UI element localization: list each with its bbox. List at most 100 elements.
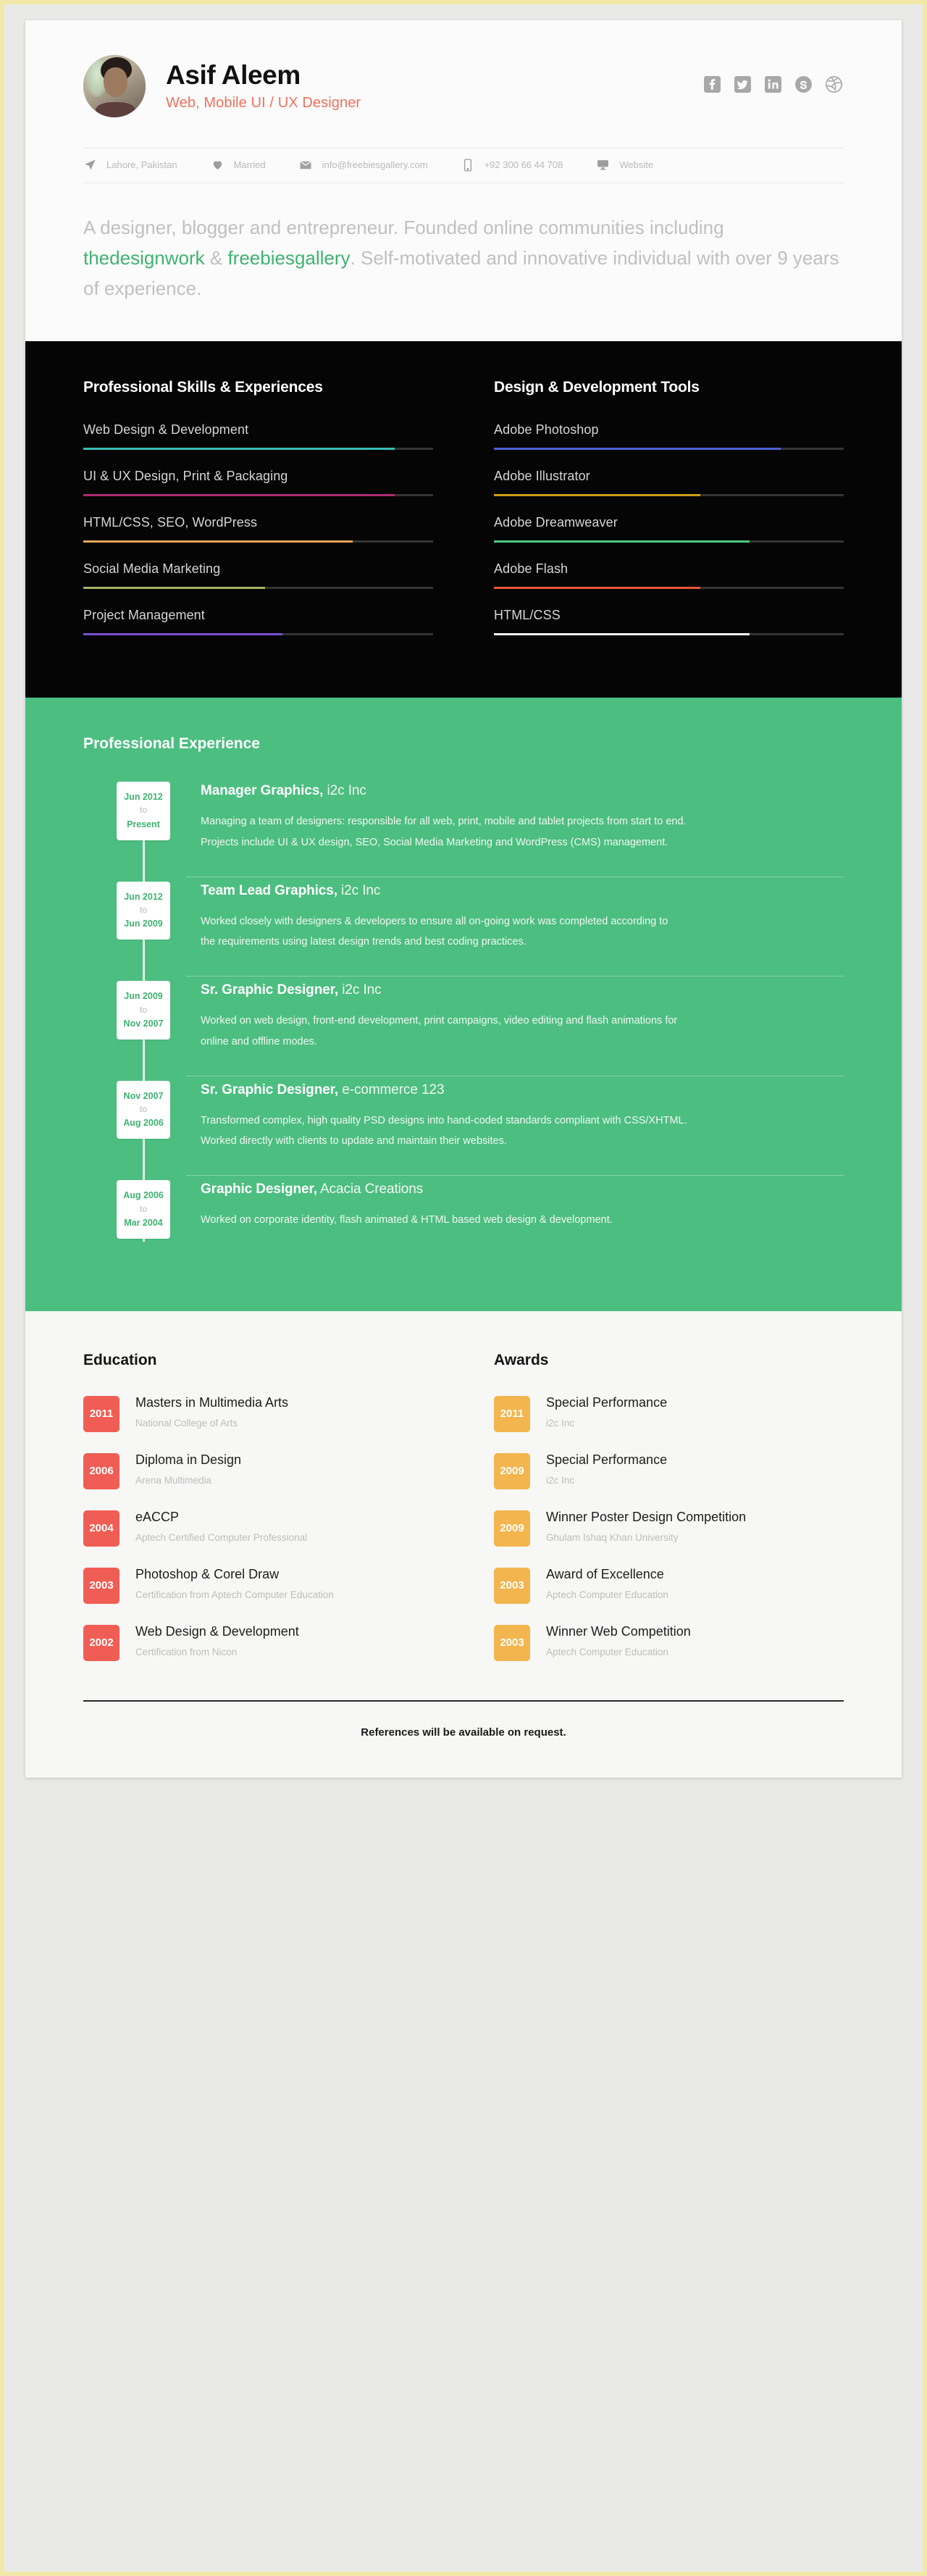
envelope-icon <box>299 159 313 171</box>
education-item-title: Photoshop & Corel Draw <box>135 1566 280 1581</box>
date-separator: to <box>139 1104 147 1115</box>
company-text: e-commerce 123 <box>338 1082 445 1097</box>
education-item-body: Masters in Multimedia Arts National Coll… <box>135 1394 288 1429</box>
experience-role: Graphic Designer, Acacia Creations <box>201 1182 844 1197</box>
date-separator: to <box>139 1004 147 1015</box>
linkedin-icon[interactable] <box>763 75 783 94</box>
experience-item: Jun 2012 to Jun 2009 Team Lead Graphics,… <box>83 877 844 977</box>
year-badge: 2006 <box>83 1452 119 1489</box>
skill-row: Adobe Flash <box>494 561 844 590</box>
page-frame: Asif Aleem Web, Mobile UI / UX Designer <box>0 0 927 2576</box>
date-separator: to <box>139 1203 147 1214</box>
date-badge: Jun 2012 to Present <box>117 782 170 840</box>
experience-item: Aug 2006 to Mar 2004 Graphic Designer, A… <box>83 1176 844 1263</box>
education-title: Education <box>83 1351 157 1368</box>
date-separator: to <box>139 904 147 915</box>
award-item: 2009 Special Performance i2c Inc <box>494 1451 844 1489</box>
award-item-sub: i2c Inc <box>546 1418 575 1429</box>
skill-row: UI & UX Design, Print & Packaging <box>83 469 433 497</box>
bio-part-1: A designer, blogger and entrepreneur. Fo… <box>83 217 724 238</box>
skill-row: Project Management <box>83 608 433 636</box>
skill-track <box>83 587 433 590</box>
awards-title: Awards <box>494 1351 549 1368</box>
award-item-body: Winner Poster Design Competition Ghulam … <box>546 1508 746 1543</box>
skill-label: Social Media Marketing <box>83 561 221 577</box>
skill-track <box>494 540 844 543</box>
skill-fill <box>494 540 750 543</box>
skill-row: Adobe Illustrator <box>494 469 844 497</box>
twitter-icon[interactable] <box>733 75 752 94</box>
contact-website[interactable]: Website <box>596 159 653 171</box>
skill-track <box>83 494 433 497</box>
skill-label: Adobe Flash <box>494 561 569 577</box>
skill-label: Web Design & Development <box>83 422 249 438</box>
award-item-sub: Aptech Computer Education <box>546 1589 668 1601</box>
date-badge: Aug 2006 to Mar 2004 <box>117 1180 170 1239</box>
skill-label: Adobe Photoshop <box>494 422 599 438</box>
date-separator: to <box>139 805 147 816</box>
education-awards-section: Education 2011 Masters in Multimedia Art… <box>25 1310 902 1680</box>
award-item-sub: Ghulam Ishaq Khan University <box>546 1532 679 1544</box>
experience-item: Jun 2012 to Present Manager Graphics, i2… <box>83 782 844 877</box>
year-badge: 2002 <box>83 1624 119 1661</box>
award-item-sub: Aptech Computer Education <box>546 1647 668 1658</box>
award-item-title: Special Performance <box>546 1394 668 1410</box>
bio-paragraph: A designer, blogger and entrepreneur. Fo… <box>25 183 902 342</box>
experience-body: Team Lead Graphics, i2c Inc Worked close… <box>201 882 844 953</box>
role-text: Sr. Graphic Designer, <box>201 982 339 998</box>
skill-fill <box>494 448 781 451</box>
contact-phone: +92 300 66 44 708 <box>461 158 563 172</box>
bio-link-freebiesgallery[interactable]: freebiesgallery <box>227 247 350 269</box>
education-item-body: eACCP Aptech Certified Computer Professi… <box>135 1508 307 1543</box>
experience-role: Sr. Graphic Designer, i2c Inc <box>201 982 844 998</box>
contact-email-text: info@freebiesgallery.com <box>322 159 428 170</box>
award-item-body: Special Performance i2c Inc <box>546 1394 667 1429</box>
contact-marital: Married <box>211 159 266 171</box>
job-title: Web, Mobile UI / UX Designer <box>166 94 361 111</box>
dribbble-icon[interactable] <box>824 75 844 94</box>
award-item: 2003 Award of Excellence Aptech Computer… <box>494 1565 844 1604</box>
experience-body: Sr. Graphic Designer, e-commerce 123 Tra… <box>201 1081 844 1152</box>
date-to: Nov 2007 <box>123 1018 164 1029</box>
education-item-sub: National College of Arts <box>135 1418 238 1429</box>
identity-block: Asif Aleem Web, Mobile UI / UX Designer <box>83 55 361 117</box>
award-item: 2009 Winner Poster Design Competition Gh… <box>494 1508 844 1547</box>
role-text: Team Lead Graphics, <box>201 882 337 898</box>
date-from: Aug 2006 <box>123 1190 164 1201</box>
skill-track <box>83 540 433 543</box>
skill-track <box>494 633 844 636</box>
education-item-title: Masters in Multimedia Arts <box>135 1394 289 1410</box>
award-item-title: Award of Excellence <box>546 1566 664 1581</box>
contact-email[interactable]: info@freebiesgallery.com <box>299 159 428 171</box>
date-to: Present <box>127 819 160 829</box>
year-badge: 2011 <box>83 1395 119 1432</box>
bio-link-thedesignwork[interactable]: thedesignwork <box>83 247 205 269</box>
education-item-sub: Aptech Certified Computer Professional <box>135 1532 308 1544</box>
date-from: Jun 2012 <box>124 792 163 803</box>
mobile-icon <box>461 158 475 172</box>
skill-row: Web Design & Development <box>83 422 433 451</box>
skype-icon[interactable] <box>794 75 813 94</box>
date-badge: Jun 2012 to Jun 2009 <box>117 881 170 940</box>
award-item-title: Winner Poster Design Competition <box>546 1509 747 1524</box>
experience-section: Professional Experience Jun 2012 to Pres… <box>25 698 902 1311</box>
experience-desc-line: the requirements using latest design tre… <box>201 936 527 948</box>
skill-label: Adobe Illustrator <box>494 469 590 484</box>
education-column: Education 2011 Masters in Multimedia Art… <box>83 1352 433 1680</box>
education-item: 2004 eACCP Aptech Certified Computer Pro… <box>83 1508 433 1547</box>
year-badge: 2011 <box>494 1395 530 1432</box>
skill-track <box>494 494 844 497</box>
skill-fill <box>83 494 395 497</box>
facebook-icon[interactable] <box>702 75 722 94</box>
education-item-body: Photoshop & Corel Draw Certification fro… <box>135 1565 334 1600</box>
footer-divider <box>83 1699 844 1702</box>
date-badge: Jun 2009 to Nov 2007 <box>117 981 170 1040</box>
company-text: i2c Inc <box>323 783 366 799</box>
contact-phone-text: +92 300 66 44 708 <box>484 159 563 170</box>
date-to: Jun 2009 <box>124 919 163 929</box>
skill-label: HTML/CSS <box>494 608 561 623</box>
skills-left-title: Professional Skills & Experiences <box>83 379 323 396</box>
education-item: 2002 Web Design & Development Certificat… <box>83 1623 433 1661</box>
heart-icon <box>211 159 225 171</box>
contact-bar: Lahore, Pakistan Married info@freebiesga… <box>83 148 844 183</box>
